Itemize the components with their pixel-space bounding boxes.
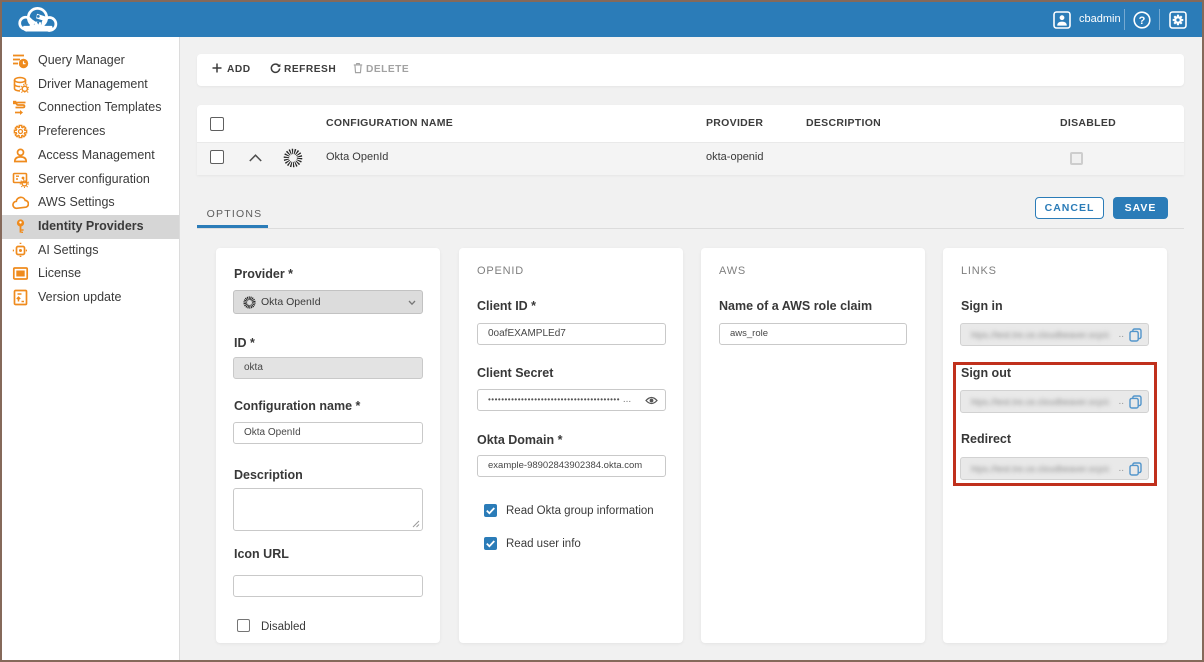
svg-text:?: ? [1139,15,1146,27]
